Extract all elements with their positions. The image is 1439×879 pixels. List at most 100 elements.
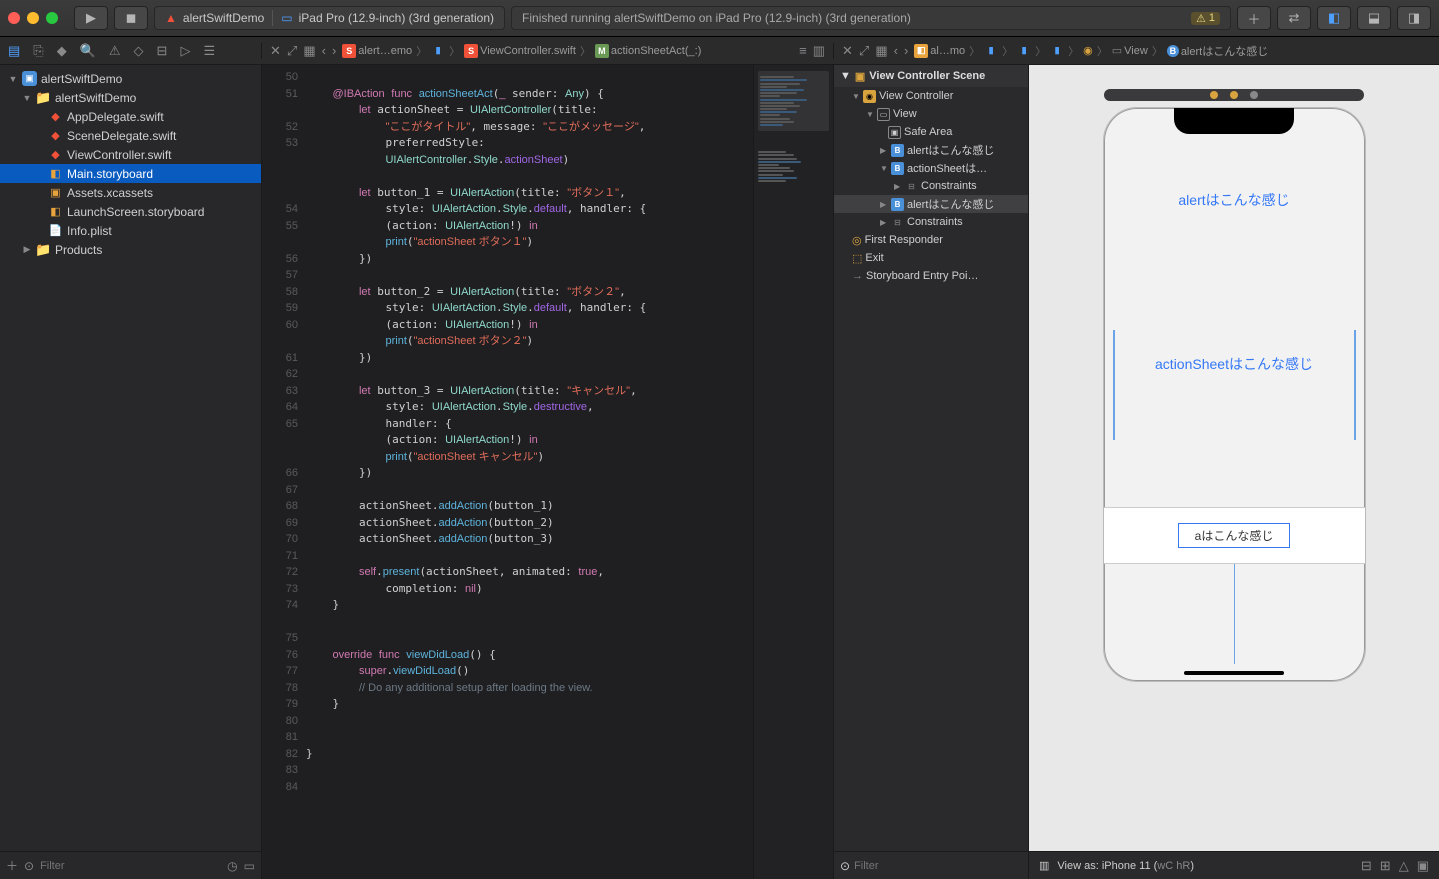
find-navigator-icon[interactable]: 🔍 bbox=[80, 43, 96, 59]
file-row[interactable]: ▣Assets.xcassets bbox=[0, 183, 261, 202]
pin-icon[interactable]: ⊞ bbox=[1380, 858, 1391, 874]
notch bbox=[1174, 108, 1294, 134]
close-tab-icon[interactable]: ✕ bbox=[270, 43, 281, 59]
code-content[interactable]: @IBAction func actionSheetAct(_ sender: … bbox=[306, 65, 753, 879]
products-row[interactable]: ▶📁Products bbox=[0, 240, 261, 259]
scene-header[interactable]: ▼▣View Controller Scene bbox=[834, 65, 1028, 87]
outline-row[interactable]: →Storyboard Entry Poi… bbox=[834, 267, 1028, 285]
toggle-right-panel-button[interactable]: ◨ bbox=[1397, 6, 1431, 30]
scheme-selector[interactable]: ▲ alertSwiftDemo ▭ iPad Pro (12.9-inch) … bbox=[154, 6, 505, 30]
vc-icon: ◉ bbox=[1083, 44, 1093, 57]
preview-button-actionsheet[interactable]: actionSheetはこんな感じ bbox=[1113, 330, 1356, 440]
filter-icon[interactable]: ⊙ bbox=[24, 859, 34, 873]
scm-icon[interactable]: ▭ bbox=[244, 859, 255, 873]
ib-breadcrumb[interactable]: ◧ al…mo〉 ▮〉 ▮〉 ▮〉 ◉〉 ▭ View〉 B alertはこんな… bbox=[914, 43, 1268, 59]
ib-jump-bar: ✕ ⤢ ▦ ‹ › ◧ al…mo〉 ▮〉 ▮〉 ▮〉 ◉〉 ▭ View〉 B… bbox=[834, 43, 1439, 59]
outline-row[interactable]: ◎First Responder bbox=[834, 231, 1028, 249]
toggle-bottom-panel-button[interactable]: ⬓ bbox=[1357, 6, 1391, 30]
symbol-navigator-icon[interactable]: ◆ bbox=[57, 43, 67, 59]
main-area: ▼▣alertSwiftDemo ▼📁alertSwiftDemo ◆AppDe… bbox=[0, 65, 1439, 879]
editor-jump-bar: ✕ ⤢ ▦ ‹ › S alert…emo〉 ▮〉 S ViewControll… bbox=[262, 43, 834, 59]
minimap[interactable] bbox=[753, 65, 833, 879]
zoom-window-icon[interactable] bbox=[46, 12, 58, 24]
related-items-icon[interactable]: ▦ bbox=[303, 43, 315, 59]
embed-icon[interactable]: ▣ bbox=[1417, 858, 1429, 874]
code-review-button[interactable]: ⇄ bbox=[1277, 6, 1311, 30]
file-row[interactable]: ◧LaunchScreen.storyboard bbox=[0, 202, 261, 221]
forward-icon[interactable]: › bbox=[332, 43, 336, 58]
swift-file-icon: S bbox=[464, 44, 478, 58]
swift-file-icon: S bbox=[342, 44, 356, 58]
folder-icon: ▮ bbox=[431, 44, 445, 58]
file-row[interactable]: 📄Info.plist bbox=[0, 221, 261, 240]
align-icon[interactable]: ⊟ bbox=[1361, 858, 1372, 874]
project-navigator: ▼▣alertSwiftDemo ▼📁alertSwiftDemo ◆AppDe… bbox=[0, 65, 262, 879]
editor-options-icon[interactable]: ≡ bbox=[799, 43, 807, 58]
outline-row[interactable]: ▼▭View bbox=[834, 105, 1028, 123]
add-icon[interactable]: ＋ bbox=[6, 857, 18, 874]
outline-row-selected[interactable]: ▶Balertはこんな感じ bbox=[834, 195, 1028, 213]
adjust-editor-icon[interactable]: ▥ bbox=[813, 43, 825, 59]
status-text: Finished running alertSwiftDemo on iPad … bbox=[522, 11, 911, 25]
project-navigator-icon[interactable]: ▤ bbox=[8, 43, 20, 59]
method-icon: M bbox=[595, 44, 609, 58]
back-icon[interactable]: ‹ bbox=[894, 43, 898, 58]
close-window-icon[interactable] bbox=[8, 12, 20, 24]
preview-button-selected[interactable]: aはこんな感じ bbox=[1178, 523, 1291, 548]
outline-toggle-icon[interactable]: ▥ bbox=[1039, 859, 1049, 872]
outline-row[interactable]: ▶Balertはこんな感じ bbox=[834, 141, 1028, 159]
activity-status: Finished running alertSwiftDemo on iPad … bbox=[511, 6, 1231, 30]
outline-row[interactable]: ▶⊟Constraints bbox=[834, 213, 1028, 231]
outline-row[interactable]: ▣Safe Area bbox=[834, 123, 1028, 141]
filter-input[interactable] bbox=[40, 860, 221, 872]
forward-icon[interactable]: › bbox=[904, 43, 908, 58]
toolbar: ▶ ◼ ▲ alertSwiftDemo ▭ iPad Pro (12.9-in… bbox=[0, 0, 1439, 37]
folder-icon: ▮ bbox=[1017, 44, 1031, 58]
navigator-tabs: ▤ ⎘ ◆ 🔍 ⚠ ◇ ⊟ ▷ ☰ bbox=[0, 43, 262, 59]
scene-dock[interactable] bbox=[1104, 89, 1364, 101]
report-navigator-icon[interactable]: ☰ bbox=[203, 43, 215, 59]
related-items-icon[interactable]: ▦ bbox=[875, 43, 887, 59]
expand-icon[interactable]: ⤢ bbox=[859, 43, 869, 59]
debug-navigator-icon[interactable]: ⊟ bbox=[157, 43, 168, 59]
file-row[interactable]: ◆ViewController.swift bbox=[0, 145, 261, 164]
button-icon: B bbox=[1167, 45, 1179, 57]
constraint-line bbox=[1234, 564, 1235, 664]
scheme-app: alertSwiftDemo bbox=[183, 11, 264, 25]
file-row[interactable]: ◆SceneDelegate.swift bbox=[0, 126, 261, 145]
editor-breadcrumb[interactable]: S alert…emo〉 ▮〉 S ViewController.swift〉 … bbox=[342, 43, 701, 59]
outline-row[interactable]: ▶⊟Constraints bbox=[834, 177, 1028, 195]
file-row[interactable]: ◆AppDelegate.swift bbox=[0, 107, 261, 126]
preview-button-alert[interactable]: alertはこんな感じ bbox=[1178, 190, 1289, 210]
navigator-footer: ＋ ⊙ ◷ ▭ bbox=[0, 851, 261, 879]
viewas-label[interactable]: View as: iPhone 11 (wC hR) bbox=[1057, 860, 1194, 872]
breakpoint-navigator-icon[interactable]: ▷ bbox=[180, 43, 190, 59]
outline-row[interactable]: ⬚Exit bbox=[834, 249, 1028, 267]
folder-icon: ▮ bbox=[1050, 44, 1064, 58]
file-row-selected[interactable]: ◧Main.storyboard bbox=[0, 164, 261, 183]
ib-canvas[interactable]: alertはこんな感じ actionSheetはこんな感じ aはこんな感じ ▥ … bbox=[1029, 65, 1439, 879]
warning-badge[interactable]: ⚠ 1 bbox=[1191, 12, 1220, 25]
file-tree: ▼▣alertSwiftDemo ▼📁alertSwiftDemo ◆AppDe… bbox=[0, 65, 261, 851]
group-row[interactable]: ▼📁alertSwiftDemo bbox=[0, 88, 261, 107]
source-control-navigator-icon[interactable]: ⎘ bbox=[33, 43, 43, 59]
filter-icon[interactable]: ⊙ bbox=[840, 859, 850, 873]
outline-filter-input[interactable] bbox=[854, 860, 1022, 872]
folder-icon: ▮ bbox=[984, 44, 998, 58]
stop-button[interactable]: ◼ bbox=[114, 6, 148, 30]
outline-row[interactable]: ▼BactionSheetは… bbox=[834, 159, 1028, 177]
recent-icon[interactable]: ◷ bbox=[227, 859, 237, 873]
issue-navigator-icon[interactable]: ⚠ bbox=[109, 43, 121, 59]
toggle-left-panel-button[interactable]: ◧ bbox=[1317, 6, 1351, 30]
outline-row[interactable]: ▼◉View Controller bbox=[834, 87, 1028, 105]
resolve-icon[interactable]: △ bbox=[1399, 858, 1409, 874]
close-tab-icon[interactable]: ✕ bbox=[842, 43, 853, 59]
test-navigator-icon[interactable]: ◇ bbox=[134, 43, 144, 59]
device-icon: ▭ bbox=[281, 11, 292, 25]
add-editor-button[interactable]: ＋ bbox=[1237, 6, 1271, 30]
minimize-window-icon[interactable] bbox=[27, 12, 39, 24]
run-button[interactable]: ▶ bbox=[74, 6, 108, 30]
project-row[interactable]: ▼▣alertSwiftDemo bbox=[0, 69, 261, 88]
back-icon[interactable]: ‹ bbox=[322, 43, 326, 58]
expand-icon[interactable]: ⤢ bbox=[287, 43, 297, 59]
